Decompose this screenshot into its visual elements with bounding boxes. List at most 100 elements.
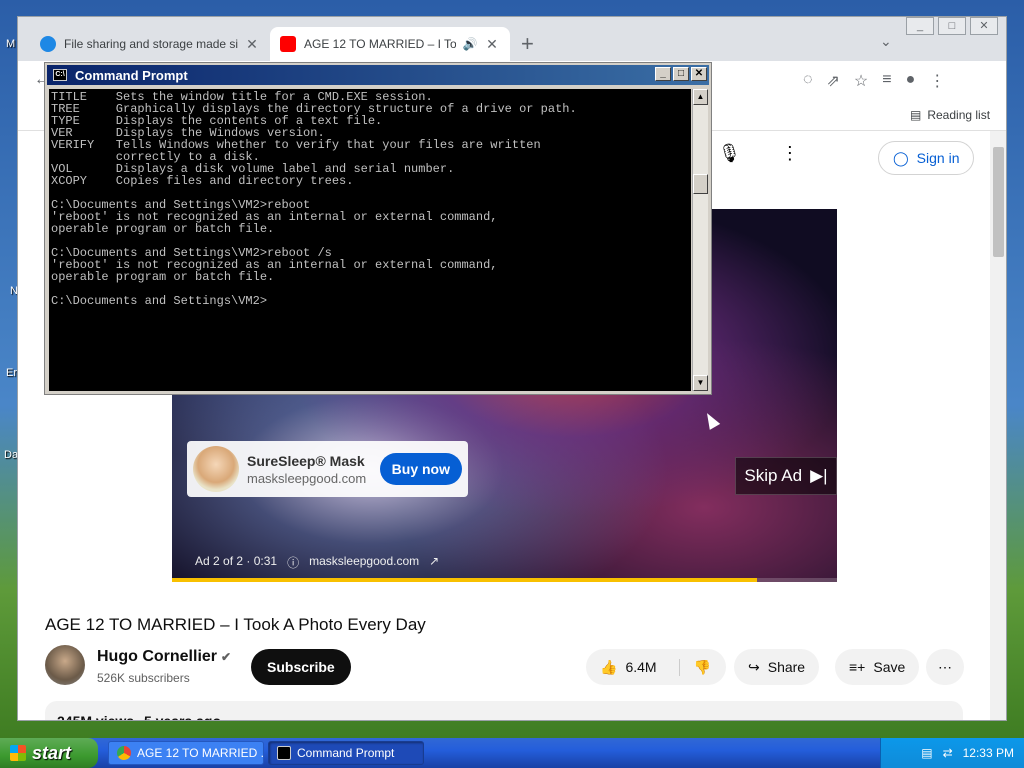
video-title: AGE 12 TO MARRIED – I Took A Photo Every… — [45, 615, 426, 634]
share-button[interactable]: ↪ Share — [734, 649, 820, 685]
chrome-icon — [117, 746, 131, 760]
subscriber-count: 526K subscribers — [97, 671, 190, 685]
cmd-title: Command Prompt — [75, 67, 188, 83]
maximize-button[interactable]: □ — [938, 17, 966, 35]
like-dislike-group: 👍 6.4M 👎 — [586, 649, 726, 685]
page-scrollbar[interactable] — [990, 131, 1006, 720]
settings-menu-icon[interactable]: ⋮ — [781, 143, 799, 164]
thumbs-up-icon[interactable]: 👍 — [600, 659, 617, 676]
windows-logo-icon — [10, 745, 26, 761]
menu-icon[interactable]: ⋮ — [929, 71, 945, 91]
scrollbar-thumb[interactable] — [993, 147, 1004, 257]
tab-youtube[interactable]: AGE 12 TO MARRIED – I Took A Photo Every… — [270, 27, 510, 61]
channel-name[interactable]: Hugo Cornellier — [97, 648, 217, 665]
external-link-icon: ↗ — [429, 554, 440, 568]
ad-info-domain[interactable]: masksleepgood.com — [309, 554, 419, 571]
share-label: Share — [767, 659, 806, 675]
desktop-icon-label[interactable]: Er — [6, 367, 17, 379]
subscribe-button[interactable]: Subscribe — [251, 649, 351, 685]
keyboard-icon[interactable]: ▤ — [921, 746, 932, 760]
ad-title: SureSleep® Mask — [247, 452, 365, 469]
taskbar-item-label: AGE 12 TO MARRIED ... — [137, 746, 264, 760]
cmd-titlebar[interactable]: C:\ Command Prompt _ □ ✕ — [47, 65, 709, 85]
profile-icon[interactable]: ● — [906, 71, 916, 91]
ad-avatar — [193, 446, 239, 492]
description-box[interactable]: 245M views 5 years ago — [45, 701, 963, 721]
taskbar-item-chrome[interactable]: AGE 12 TO MARRIED ... — [108, 741, 264, 765]
playlist-add-icon: ≡+ — [849, 659, 866, 675]
close-button[interactable]: ✕ — [970, 17, 998, 35]
eye-off-icon[interactable]: ◌ — [803, 71, 813, 91]
start-label: start — [32, 742, 72, 763]
scroll-down-icon[interactable]: ▼ — [693, 375, 708, 391]
tab-strip: File sharing and storage made simple ✕ A… — [18, 17, 1006, 61]
cmd-scroll-thumb[interactable] — [693, 174, 708, 194]
ad-info: Ad 2 of 2 · 0:31 ⓘ masksleepgood.com ↗ — [195, 554, 439, 571]
system-tray: ▤ ⇄ 12:33 PM — [880, 738, 1024, 768]
microphone-icon[interactable]: 🎙 — [718, 143, 741, 164]
verified-icon: ✔ — [221, 650, 232, 664]
buy-now-button[interactable]: Buy now — [379, 453, 462, 485]
speaker-icon[interactable]: 🔊 — [462, 37, 478, 51]
close-icon[interactable]: ✕ — [484, 36, 500, 53]
cmd-icon — [277, 746, 291, 760]
start-button[interactable]: start — [0, 738, 98, 768]
tab-file-sharing[interactable]: File sharing and storage made simple ✕ — [30, 27, 270, 61]
like-count[interactable]: 6.4M — [625, 659, 656, 675]
minimize-button[interactable]: _ — [906, 17, 934, 35]
cmd-window-controls: _ □ ✕ — [655, 67, 707, 81]
share-icon: ↪ — [748, 658, 760, 675]
close-button[interactable]: ✕ — [691, 67, 707, 81]
ad-card[interactable]: SureSleep® Mask masksleepgood.com Buy no… — [187, 441, 468, 497]
cloud-icon — [40, 36, 56, 52]
taskbar-item-cmd[interactable]: Command Prompt — [268, 741, 424, 765]
skip-ad-label: Skip Ad — [744, 466, 803, 485]
new-tab-button[interactable]: + — [521, 31, 534, 57]
yt-header-actions: 🎙 ⋮ — [718, 143, 799, 164]
cmd-window: C:\ Command Prompt _ □ ✕ TITLE Sets the … — [44, 62, 712, 395]
reading-list-button[interactable]: ▤ Reading list — [910, 108, 990, 122]
close-icon[interactable]: ✕ — [244, 36, 260, 53]
reading-list-label: Reading list — [927, 108, 991, 122]
tab-title: File sharing and storage made simple — [64, 37, 238, 51]
scroll-up-icon[interactable]: ▲ — [693, 89, 708, 105]
desktop-icon-label[interactable]: M — [6, 38, 15, 50]
cmd-icon: C:\ — [53, 69, 67, 81]
omnibox-actions: ◌ ⇗ ☆ ≡ ● ⋮ — [803, 71, 945, 91]
channel-avatar[interactable] — [45, 645, 85, 685]
skip-icon: ▶| — [810, 466, 828, 485]
ad-progress-bar[interactable] — [172, 578, 837, 582]
minimize-button[interactable]: _ — [655, 67, 671, 81]
ad-progress-fill — [172, 578, 758, 582]
clock[interactable]: 12:33 PM — [963, 746, 1014, 760]
sign-in-button[interactable]: ◯ Sign in — [878, 141, 975, 175]
info-icon[interactable]: ⓘ — [287, 554, 299, 571]
save-label: Save — [873, 659, 906, 675]
more-actions-button[interactable]: ⋯ — [926, 649, 964, 685]
thumbs-down-icon[interactable]: 👎 — [678, 658, 711, 676]
share-icon[interactable]: ⇗ — [827, 71, 840, 91]
upload-age: 5 years ago — [143, 713, 222, 721]
maximize-button[interactable]: □ — [673, 67, 689, 81]
taskbar-item-label: Command Prompt — [297, 746, 395, 760]
cmd-console-output[interactable]: TITLE Sets the window title for a CMD.EX… — [49, 89, 691, 391]
ad-domain: masksleepgood.com — [247, 470, 367, 486]
view-count: 245M views — [57, 713, 135, 721]
media-icon[interactable]: ≡ — [882, 71, 891, 91]
tab-title: AGE 12 TO MARRIED – I Took A Photo Every… — [304, 37, 456, 51]
star-icon[interactable]: ☆ — [854, 71, 868, 91]
account-icon: ◯ — [893, 149, 909, 166]
taskbar: start AGE 12 TO MARRIED ... Command Prom… — [0, 738, 1024, 768]
channel-name-row[interactable]: Hugo Cornellier ✔ — [97, 648, 231, 666]
tab-search-icon[interactable]: ⌄ — [880, 33, 892, 50]
desktop-icon-label[interactable]: Da — [4, 449, 18, 461]
skip-ad-button[interactable]: Skip Ad ▶| — [735, 457, 837, 495]
cmd-scrollbar[interactable]: ▲ ▼ — [692, 89, 708, 391]
youtube-icon — [280, 36, 296, 52]
more-icon: ⋯ — [938, 658, 952, 675]
window-controls: _ □ ✕ — [906, 17, 998, 35]
network-icon[interactable]: ⇄ — [943, 746, 953, 760]
reading-list-icon: ▤ — [910, 108, 922, 122]
sign-in-label: Sign in — [916, 150, 960, 166]
save-button[interactable]: ≡+ Save — [835, 649, 920, 685]
